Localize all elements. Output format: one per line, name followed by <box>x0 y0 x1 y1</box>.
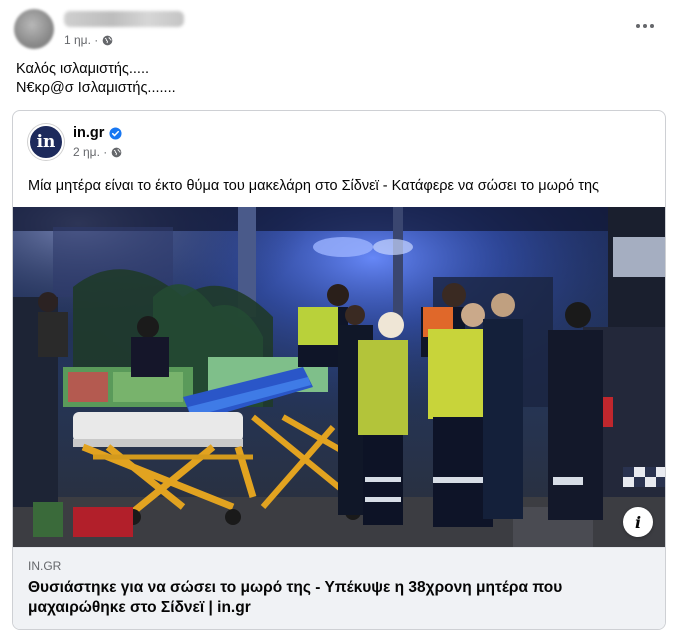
more-options-icon[interactable] <box>633 14 657 38</box>
post-body: Καλός ισλαμιστής..... Ν€κρ@σ Ισλαμιστής.… <box>16 60 176 98</box>
globe-icon <box>102 35 113 45</box>
info-icon[interactable]: i <box>623 507 653 537</box>
link-title[interactable]: Θυσιάστηκε για να σώσει το μωρό της - Υπ… <box>28 578 653 618</box>
shared-post-card[interactable]: in in.gr 2 ημ. · Μία μητέρα είναι το έκτ… <box>12 110 666 630</box>
page-name[interactable]: in.gr <box>73 125 122 141</box>
post-text-line-1: Καλός ισλαμιστής..... <box>16 61 150 77</box>
link-domain: IN.GR <box>28 559 62 573</box>
author-avatar[interactable] <box>14 9 54 49</box>
page-logo[interactable]: in <box>28 124 64 160</box>
author-name-blurred[interactable] <box>64 11 184 27</box>
post-meta: 1 ημ. · <box>64 33 113 47</box>
facebook-post: 1 ημ. · Καλός ισλαμιστής..... Ν€κρ@σ Ισλ… <box>0 0 677 642</box>
verified-badge-icon <box>109 126 122 140</box>
post-text-line-2: Ν€κρ@σ Ισλαμιστής....... <box>16 80 176 96</box>
post-timestamp[interactable]: 1 ημ. · <box>64 33 98 47</box>
news-photo-illustration <box>13 207 665 547</box>
shared-post-meta: 2 ημ. · <box>73 145 122 159</box>
page-name-label[interactable]: in.gr <box>73 125 104 141</box>
shared-post-timestamp[interactable]: 2 ημ. · <box>73 145 107 159</box>
link-preview[interactable]: IN.GR Θυσιάστηκε για να σώσει το μωρό τη… <box>13 547 665 629</box>
shared-post-text: Μία μητέρα είναι το έκτο θύμα του μακελά… <box>28 178 600 194</box>
globe-icon <box>111 147 122 157</box>
news-photo[interactable]: i <box>13 207 665 547</box>
